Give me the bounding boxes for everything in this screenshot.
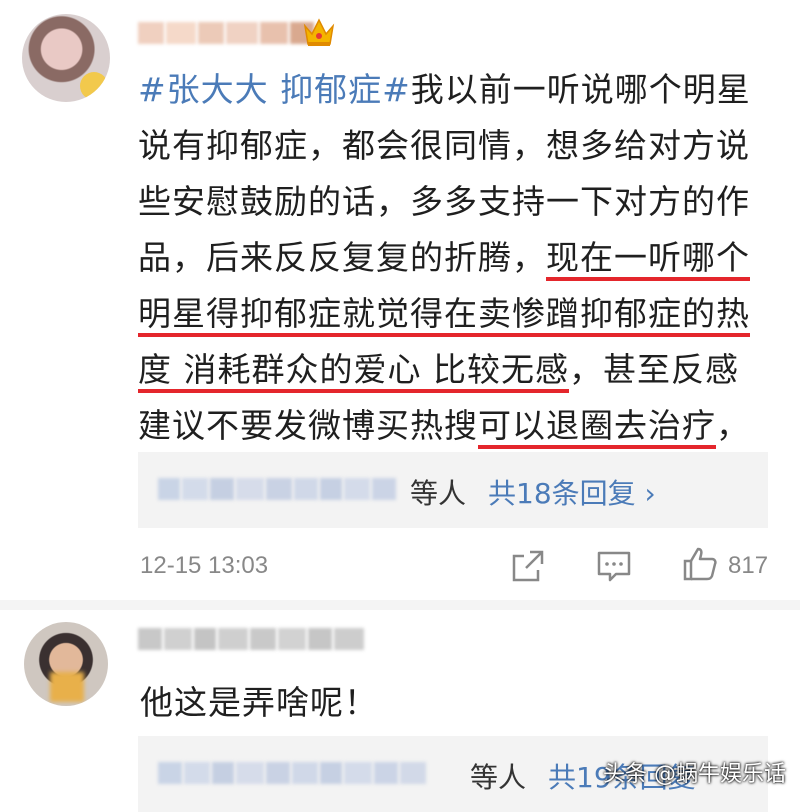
section-divider <box>0 600 800 610</box>
comment-text: 他这是弄啥呢！ <box>140 683 378 722</box>
replier-names-blurred <box>158 760 426 786</box>
comment-timestamp: 12-15 13:03 <box>140 552 269 579</box>
reply-summary[interactable]: 等人 共18条回复 › <box>138 452 768 528</box>
avatar[interactable] <box>22 14 110 102</box>
comment-text: #张大大 抑郁症#我以前一听说哪个明星说有抑郁症，都会很同情，想多给对方说些安慰… <box>138 62 778 510</box>
replier-names-blurred <box>158 476 396 502</box>
username-blurred[interactable] <box>138 20 314 46</box>
share-icon[interactable] <box>510 548 546 584</box>
watermark: 头条 @蜗牛娱乐话 <box>603 762 786 787</box>
username-blurred[interactable] <box>138 626 364 652</box>
highlighted-text-2: 可以退圈去治疗 <box>478 406 716 449</box>
thumbs-up-icon[interactable] <box>682 546 718 582</box>
comment-icon[interactable] <box>596 548 632 584</box>
hashtag-link[interactable]: #张大大 抑郁症# <box>138 70 411 109</box>
view-replies-link[interactable]: 共18条回复 › <box>488 472 656 512</box>
like-count: 817 <box>728 552 769 579</box>
crown-icon <box>303 18 335 46</box>
avatar[interactable] <box>24 622 108 706</box>
